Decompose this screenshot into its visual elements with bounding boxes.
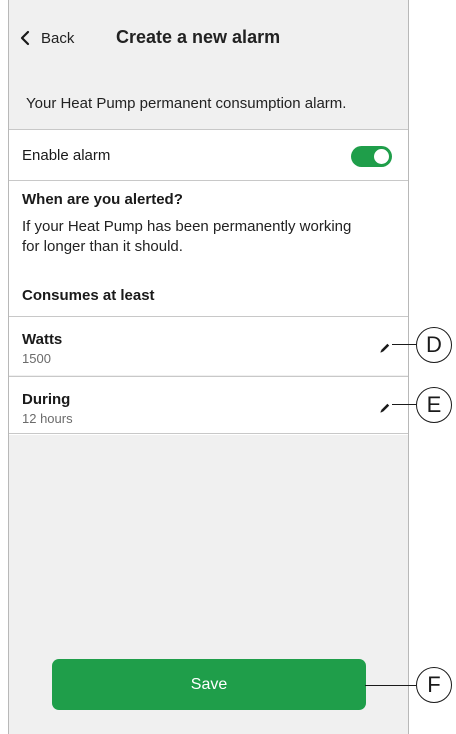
back-button[interactable]: Back: [19, 26, 74, 50]
toggle-knob: [374, 149, 389, 164]
callout-d: D: [416, 327, 452, 363]
pencil-icon[interactable]: [378, 401, 392, 415]
watts-row[interactable]: Watts 1500: [9, 317, 408, 375]
enable-alarm-label: Enable alarm: [22, 146, 111, 164]
callout-leader: [365, 685, 416, 687]
callout-leader: [392, 404, 416, 406]
pencil-icon[interactable]: [378, 341, 392, 355]
enable-alarm-toggle[interactable]: [351, 146, 392, 167]
alarm-description: Your Heat Pump permanent consumption ala…: [26, 94, 347, 112]
consumes-heading: Consumes at least: [22, 287, 155, 304]
alert-heading: When are you alerted?: [22, 191, 183, 208]
page-title: Create a new alarm: [116, 27, 281, 47]
chevron-left-icon: [20, 30, 30, 46]
alert-description: If your Heat Pump has been permanently w…: [22, 218, 352, 255]
enable-alarm-row: Enable alarm: [9, 130, 408, 180]
callout-e: E: [416, 387, 452, 423]
back-label: Back: [41, 29, 75, 47]
watts-label: Watts: [22, 331, 63, 348]
callout-leader: [392, 344, 416, 346]
during-label: During: [22, 391, 71, 408]
save-button[interactable]: Save: [52, 659, 366, 710]
header: Back Create a new alarm: [9, 0, 408, 78]
during-row[interactable]: During 12 hours: [9, 377, 408, 435]
alert-info-section: When are you alerted? If your Heat Pump …: [9, 181, 408, 316]
callout-f: F: [416, 667, 452, 703]
divider: [9, 433, 408, 434]
during-value: 12 hours: [22, 411, 73, 426]
watts-value: 1500: [22, 351, 51, 366]
app-screen: Back Create a new alarm Your Heat Pump p…: [8, 0, 409, 734]
